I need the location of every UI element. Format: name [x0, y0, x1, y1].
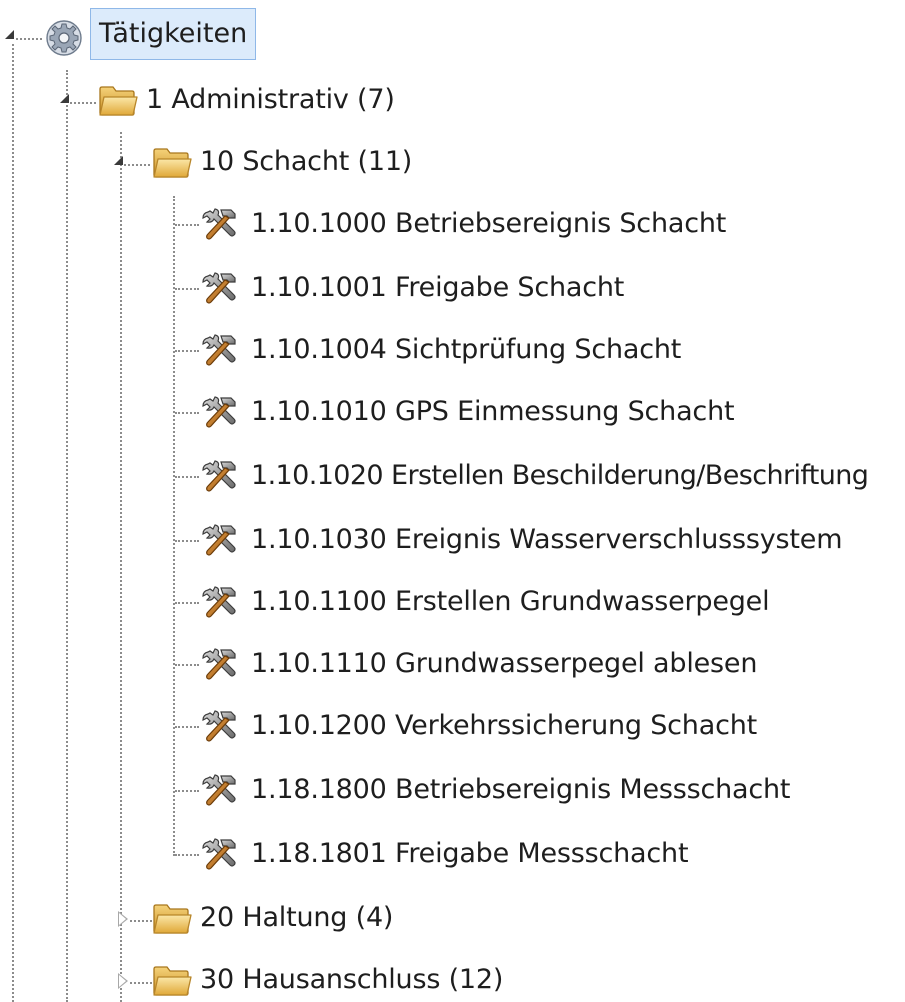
tree-leaf-label: 1.10.1030 Ereignis Wasserverschlusssyste…: [251, 524, 843, 555]
tree-guide-line: [124, 164, 150, 166]
tree-node-label: 30 Hausanschluss (12): [200, 964, 504, 995]
tree-leaf-label: 1.18.1800 Betriebsereignis Messschacht: [251, 774, 791, 805]
tree-guide-line: [175, 726, 199, 728]
gear-icon: [44, 18, 84, 58]
tree-leaf-activity[interactable]: 1.18.1801 Freigabe Messschacht: [173, 834, 873, 876]
tools-icon: [199, 332, 239, 368]
tools-icon: [199, 206, 239, 242]
tree-leaf-label: 1.10.1010 GPS Einmessung Schacht: [251, 396, 735, 427]
tree-leaf-label: 1.10.1004 Sichtprüfung Schacht: [251, 334, 682, 365]
tree-guide-line: [130, 920, 152, 922]
tree-node-hausanschluss[interactable]: 30 Hausanschluss (12): [110, 960, 503, 1002]
tree-leaf-label: 1.10.1001 Freigabe Schacht: [251, 272, 625, 303]
collapse-arrow-icon[interactable]: [60, 94, 69, 103]
tree-leaf-activity[interactable]: 1.10.1100 Erstellen Grundwasserpegel: [173, 582, 873, 624]
collapse-arrow-icon[interactable]: [114, 156, 123, 165]
tree-guide-line: [175, 476, 199, 478]
tree-guide-line: [175, 602, 199, 604]
tree-guide-line: [175, 540, 199, 542]
tree-leaf-activity[interactable]: 1.10.1110 Grundwasserpegel ablesen: [173, 644, 873, 686]
tree-leaf-activity[interactable]: 1.10.1200 Verkehrssicherung Schacht: [173, 706, 873, 748]
tree-leaf-activity[interactable]: 1.10.1020 Erstellen Beschilderung/Beschr…: [173, 456, 903, 498]
tree-node-label: 20 Haltung (4): [200, 902, 394, 933]
tree-node-label: Tätigkeiten: [90, 8, 257, 60]
tree-node-haltung[interactable]: 20 Haltung (4): [110, 898, 430, 940]
tree-leaf-label: 1.10.1020 Erstellen Beschilderung/Beschr…: [251, 460, 869, 491]
tools-icon: [199, 270, 239, 306]
tree-guide-line: [66, 70, 68, 1002]
tree-guide-line: [130, 982, 152, 984]
tree-node-root[interactable]: Tätigkeiten: [0, 0, 260, 66]
tree-leaf-label: 1.10.1000 Betriebsereignis Schacht: [251, 208, 727, 239]
tree-guide-line: [120, 132, 122, 1002]
tools-icon: [199, 646, 239, 682]
tree-guide-line: [175, 350, 199, 352]
tree-guide-line: [175, 288, 199, 290]
tree-guide-line: [12, 44, 14, 1002]
collapse-arrow-icon[interactable]: [5, 30, 14, 39]
tree-guide-line: [16, 38, 42, 40]
tree-leaf-activity[interactable]: 1.10.1010 GPS Einmessung Schacht: [173, 392, 873, 434]
folder-icon: [98, 82, 138, 118]
expand-arrow-icon[interactable]: [118, 911, 128, 927]
tree-guide-line: [70, 102, 96, 104]
expand-arrow-icon[interactable]: [118, 973, 128, 989]
tree-node-label: 1 Administrativ (7): [146, 84, 395, 115]
tree-leaf-activity[interactable]: 1.10.1004 Sichtprüfung Schacht: [173, 330, 873, 372]
activity-tree: Tätigkeiten 1 Administrativ (7) 10 Schac…: [0, 0, 905, 1002]
tree-guide-line: [175, 664, 199, 666]
tools-icon: [199, 836, 239, 872]
tools-icon: [199, 522, 239, 558]
tools-icon: [199, 458, 239, 494]
tools-icon: [199, 394, 239, 430]
tree-leaf-label: 1.10.1200 Verkehrssicherung Schacht: [251, 710, 758, 741]
tree-leaf-activity[interactable]: 1.10.1030 Ereignis Wasserverschlusssyste…: [173, 520, 873, 562]
tree-leaf-activity[interactable]: 1.10.1001 Freigabe Schacht: [173, 268, 873, 310]
tree-leaf-label: 1.18.1801 Freigabe Messschacht: [251, 838, 689, 869]
tree-leaf-activity[interactable]: 1.10.1000 Betriebsereignis Schacht: [173, 204, 873, 246]
tree-leaf-label: 1.10.1110 Grundwasserpegel ablesen: [251, 648, 758, 679]
tree-guide-line: [175, 412, 199, 414]
tree-guide-line: [175, 854, 199, 856]
tree-leaf-activity[interactable]: 1.18.1800 Betriebsereignis Messschacht: [173, 770, 873, 812]
folder-icon: [152, 144, 192, 180]
tree-leaf-label: 1.10.1100 Erstellen Grundwasserpegel: [251, 586, 770, 617]
tree-node-administrativ[interactable]: 1 Administrativ (7): [56, 80, 416, 122]
tree-node-label: 10 Schacht (11): [200, 146, 413, 177]
folder-icon: [152, 900, 192, 936]
folder-icon: [152, 962, 192, 998]
tree-node-schacht[interactable]: 10 Schacht (11): [110, 142, 430, 184]
tree-guide-line: [175, 224, 199, 226]
tools-icon: [199, 584, 239, 620]
tools-icon: [199, 772, 239, 808]
tree-guide-line: [175, 790, 199, 792]
tools-icon: [199, 708, 239, 744]
